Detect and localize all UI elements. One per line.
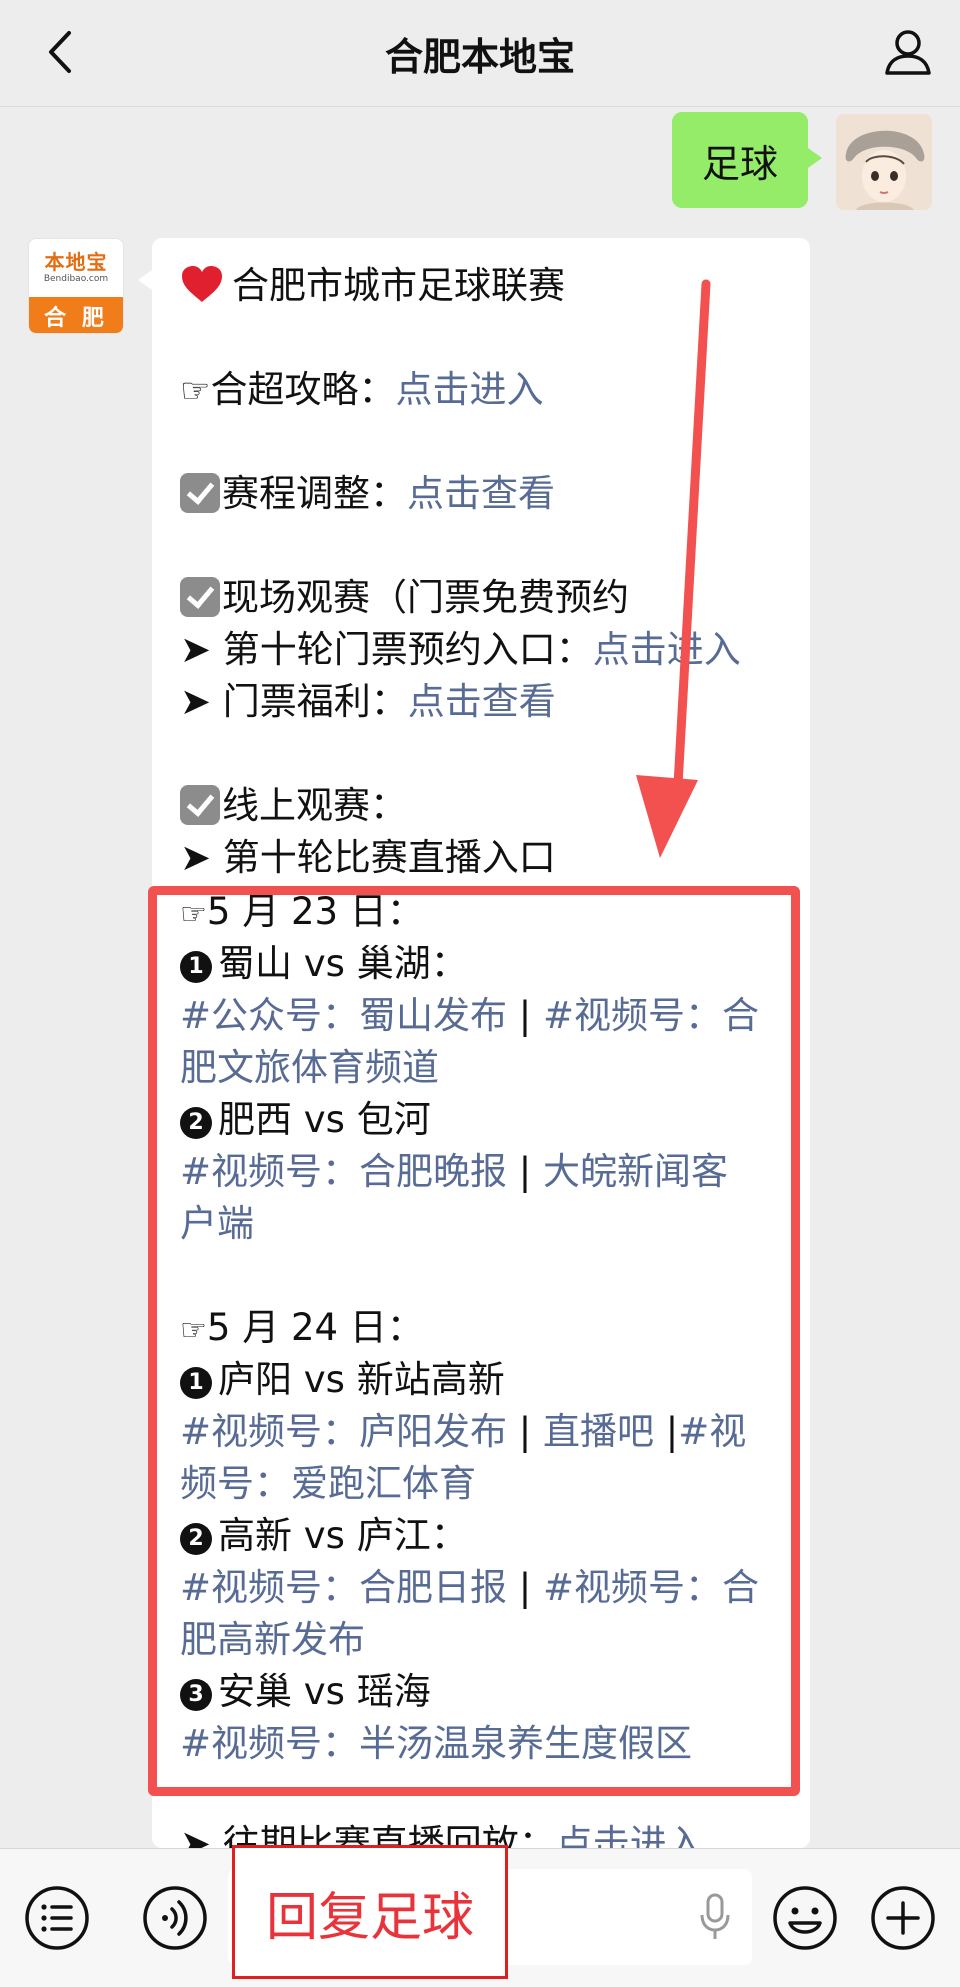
ticket-entry-label: 第十轮门票预约入口： (222, 628, 593, 671)
strategy-label: 合超攻略： (210, 368, 396, 411)
line-replay: ➤ 往期比赛直播回放：点击进入 (180, 1818, 704, 1848)
mic-button[interactable] (700, 1893, 730, 1945)
online-label: 线上观赛： (222, 784, 407, 827)
ticket-benefit-label: 门票福利： (222, 680, 408, 723)
arrow-bullet-icon: ➤ (180, 680, 212, 723)
profile-button[interactable] (878, 22, 938, 82)
logo-brand: 本地宝 (44, 250, 108, 274)
pointing-hand-icon: ☞ (180, 371, 211, 411)
avatar-illustration (836, 114, 932, 210)
ticket-entry-link[interactable]: 点击进入 (593, 628, 741, 671)
menu-button[interactable] (22, 1883, 92, 1953)
plus-icon (871, 1886, 935, 1950)
strategy-link[interactable]: 点击进入 (395, 368, 543, 411)
logo-domain: Bendibao.com (43, 274, 109, 284)
arrow-bullet-icon: ➤ (180, 836, 212, 879)
reply-keyword-callout: 回复足球 (232, 1845, 508, 1979)
emoji-icon (773, 1886, 837, 1950)
checkbox-icon (180, 785, 220, 825)
message-heading: 合肥市城市足球联赛 (180, 260, 565, 312)
logo-city: 合 肥 (29, 297, 123, 333)
line-online: 线上观赛： (180, 780, 407, 832)
heart-icon (182, 266, 222, 302)
replay-link[interactable]: 点击进入 (556, 1822, 704, 1848)
ticket-benefit-link[interactable]: 点击查看 (408, 680, 556, 723)
menu-list-icon (25, 1886, 89, 1950)
line-strategy: ☞合超攻略：点击进入 (180, 364, 543, 417)
line-onsite: 现场观赛（门票免费预约 (180, 572, 629, 624)
line-ticket-benefit: ➤ 门票福利：点击查看 (180, 676, 556, 728)
highlight-frame (148, 886, 800, 1796)
voice-button[interactable] (140, 1883, 210, 1953)
nav-bar: 合肥本地宝 (0, 0, 960, 107)
person-icon (885, 30, 931, 75)
arrow-bullet-icon: ➤ (180, 1822, 212, 1848)
user-message-bubble[interactable]: 足球 (672, 112, 822, 208)
checkbox-icon (180, 473, 220, 513)
bubble-tail (138, 270, 152, 290)
heading-text: 合肥市城市足球联赛 (232, 264, 565, 307)
line-schedule: 赛程调整：点击查看 (180, 468, 555, 520)
line-live-entry: ➤ 第十轮比赛直播入口 (180, 832, 556, 884)
checkbox-icon (180, 577, 220, 617)
more-button[interactable] (868, 1883, 938, 1953)
bot-avatar[interactable]: 本地宝 Bendibao.com 合 肥 (28, 238, 124, 334)
mic-icon (700, 1893, 730, 1939)
page-title: 合肥本地宝 (384, 35, 575, 79)
schedule-link[interactable]: 点击查看 (407, 472, 555, 515)
schedule-label: 赛程调整： (222, 472, 407, 515)
line-ticket-entry: ➤ 第十轮门票预约入口：点击进入 (180, 624, 741, 676)
onsite-label: 现场观赛（门票免费预约 (222, 576, 629, 619)
logo-top: 本地宝 Bendibao.com (29, 239, 123, 297)
live-entry-label: 第十轮比赛直播入口 (222, 836, 556, 879)
emoji-button[interactable] (770, 1883, 840, 1953)
voice-icon (143, 1886, 207, 1950)
user-message-text: 足球 (701, 141, 778, 186)
user-avatar[interactable] (836, 114, 932, 210)
reply-keyword-text: 回复足球 (265, 1887, 474, 1948)
arrow-bullet-icon: ➤ (180, 628, 212, 671)
